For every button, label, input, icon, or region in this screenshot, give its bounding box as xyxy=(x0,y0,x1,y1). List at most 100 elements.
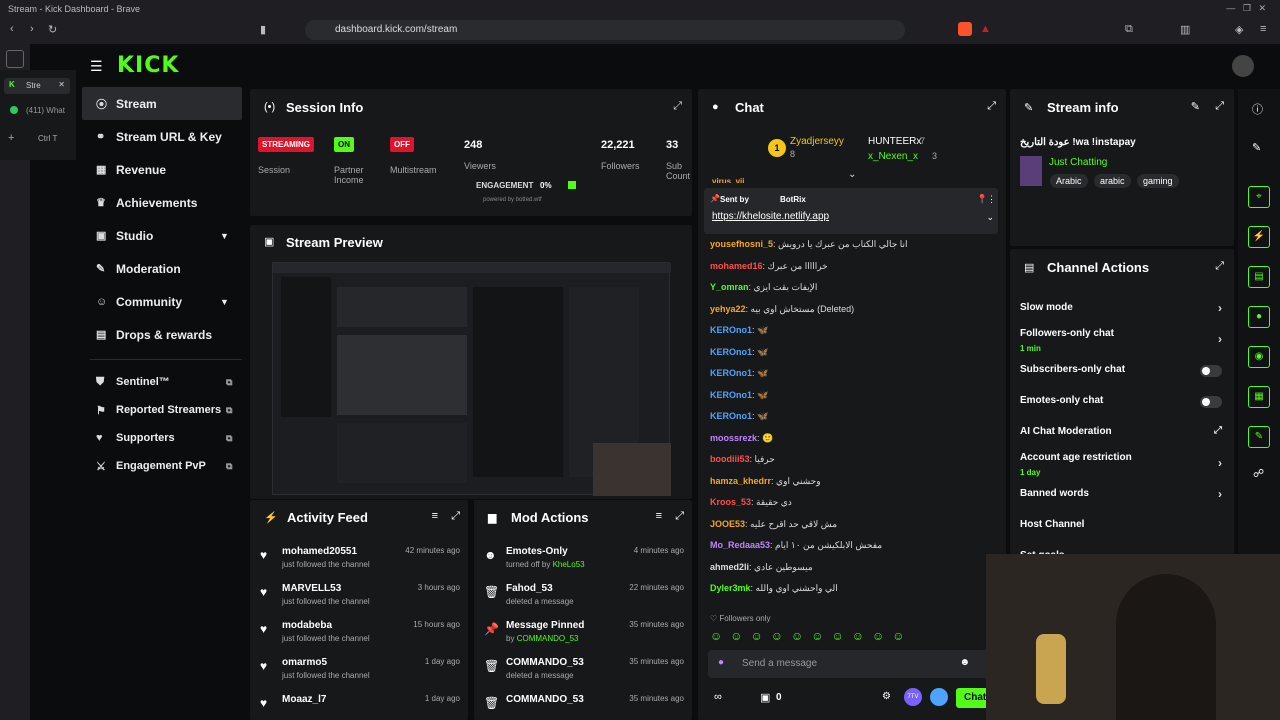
channel-action-row[interactable]: Followers-only chat 1 min › xyxy=(1010,326,1234,357)
emote-bar[interactable]: ☺☺☺☺☺☺☺☺☺☺ xyxy=(710,629,996,647)
ffz-icon[interactable] xyxy=(930,688,948,706)
info-icon[interactable]: ⓘ xyxy=(1252,101,1263,117)
channel-action-row[interactable]: Host Channel xyxy=(1010,512,1234,543)
popout-icon[interactable]: ⤢ xyxy=(1215,260,1224,273)
document-icon[interactable]: ▤ xyxy=(1248,266,1270,288)
activity-user[interactable]: modabeba xyxy=(282,620,332,631)
emoji-icon[interactable]: ☻ xyxy=(959,657,970,668)
activity-user[interactable]: omarmo5 xyxy=(282,657,327,668)
brave-rewards-icon[interactable]: ▲ xyxy=(980,23,991,35)
sidebar-item-studio[interactable]: ▣ Studio ▼ xyxy=(82,219,242,252)
tag-gaming[interactable]: gaming xyxy=(1137,174,1179,188)
filter-icon[interactable]: ≡ xyxy=(432,510,438,522)
channel-action-row[interactable]: Banned words › xyxy=(1010,481,1234,512)
chat-username[interactable]: Mo_Redaaa53 xyxy=(710,540,770,550)
top-gifter-2[interactable]: HUNTEERx xyxy=(868,136,921,147)
chat-username[interactable]: boodiii53 xyxy=(710,454,750,464)
tag-arabic-lower[interactable]: arabic xyxy=(1094,174,1131,188)
toggle-switch[interactable] xyxy=(1200,365,1222,377)
sidebar-tool-reported[interactable]: ⚑ Reported Streamers ⧉ xyxy=(82,396,242,424)
community-icon[interactable]: ☍ xyxy=(1253,467,1264,480)
clip-icon[interactable]: ⌖ xyxy=(1248,186,1270,208)
sidebar-item-revenue[interactable]: ▦ Revenue xyxy=(82,153,242,186)
chat-username[interactable]: yehya22 xyxy=(710,304,746,314)
forward-icon[interactable]: › xyxy=(30,23,34,35)
sidebar-item-stream[interactable]: ⦿ Stream xyxy=(82,87,242,120)
pencil-icon[interactable]: ✎ xyxy=(1252,141,1261,154)
window-controls[interactable]: — ❐ ✕ xyxy=(1226,3,1266,14)
sidebar-item-stream-url[interactable]: ⚭ Stream URL & Key xyxy=(82,120,242,153)
chat-input[interactable]: ● Send a message ☻ xyxy=(708,650,996,678)
sidebar-icon[interactable]: ▥ xyxy=(1180,23,1190,36)
brave-shield-icon[interactable] xyxy=(958,22,972,36)
sidebar-toggle-icon[interactable] xyxy=(6,50,24,68)
chat-username[interactable]: Kroos_53 xyxy=(710,497,751,507)
close-icon[interactable]: ✕ xyxy=(58,80,65,89)
sidebar-tool-pvp[interactable]: ⚔ Engagement PvP ⧉ xyxy=(82,452,242,480)
channel-action-row[interactable]: Account age restriction 1 day › xyxy=(1010,450,1234,481)
chat-username[interactable]: hamza_khedrr xyxy=(710,476,771,486)
popout-icon[interactable]: ⤢ xyxy=(451,510,460,523)
more-icon[interactable]: ⋮ xyxy=(987,194,996,205)
wrench-icon[interactable]: ✎ xyxy=(1248,426,1270,448)
tab-stream[interactable]: Stre K ✕ xyxy=(4,78,70,94)
chat-username[interactable]: KEROno1 xyxy=(710,325,752,335)
bookmark-icon[interactable]: ▮ xyxy=(260,23,266,36)
edit-icon[interactable]: ✎ xyxy=(1191,100,1200,113)
sidebar-item-moderation[interactable]: ✎ Moderation xyxy=(82,252,242,285)
chat-username[interactable]: moossrezk xyxy=(710,433,757,443)
chat-username[interactable]: ahmed2li xyxy=(710,562,749,572)
chat-username[interactable]: KEROno1 xyxy=(710,368,752,378)
popout-icon[interactable]: ⤢ xyxy=(675,510,684,523)
channel-action-row[interactable]: Subscribers-only chat xyxy=(1010,357,1234,388)
activity-user[interactable]: mohamed20551 xyxy=(282,546,357,557)
toggle-switch[interactable] xyxy=(1200,396,1222,408)
broadcast-icon[interactable]: ◉ xyxy=(1248,346,1270,368)
extensions-icon[interactable]: ⧉ xyxy=(1125,23,1133,36)
reload-icon[interactable]: ↻ xyxy=(48,23,57,36)
top-gifter-3[interactable]: x_Nexen_x xyxy=(868,151,918,162)
mic-icon[interactable]: ● xyxy=(718,657,724,668)
tab-whatsapp[interactable]: (411) What xyxy=(4,104,70,118)
chat-username[interactable]: Y_omran xyxy=(710,282,749,292)
mod-action-title[interactable]: COMMANDO_53 xyxy=(506,657,584,668)
sidebar-tool-supporters[interactable]: ♥ Supporters ⧉ xyxy=(82,424,242,452)
pinned-user[interactable]: BotRix xyxy=(780,195,806,204)
chat-username[interactable]: JOOE53 xyxy=(710,519,745,529)
mod-action-user[interactable]: COMMANDO_53 xyxy=(517,634,579,643)
popout-icon[interactable]: ⤢ xyxy=(1215,100,1224,113)
bolt-icon[interactable]: ⚡ xyxy=(1248,226,1270,248)
mod-action-title[interactable]: COMMANDO_53 xyxy=(506,694,584,705)
chat-username[interactable]: yousefhosni_5 xyxy=(710,239,773,249)
popout-icon[interactable]: ⤢ xyxy=(673,100,682,113)
collapse-icon[interactable]: ⌄ xyxy=(848,169,856,180)
chat-username[interactable]: KEROno1 xyxy=(710,347,752,357)
wallet-icon[interactable]: ◈ xyxy=(1235,23,1243,36)
chat-username[interactable]: mohamed16 xyxy=(710,261,763,271)
chat-username[interactable]: KEROno1 xyxy=(710,390,752,400)
tag-arabic[interactable]: Arabic xyxy=(1050,174,1088,188)
sidebar-item-drops[interactable]: ▤ Drops & rewards xyxy=(82,318,242,351)
mod-action-user[interactable]: KheLo53 xyxy=(553,560,585,569)
popout-icon[interactable]: ⤢ xyxy=(987,100,996,113)
chevron-down-icon[interactable]: ⌄ xyxy=(986,212,994,223)
channel-action-row[interactable]: AI Chat Moderation ⤢ xyxy=(1010,419,1234,450)
sidebar-item-achievements[interactable]: ♛ Achievements xyxy=(82,186,242,219)
layout-icon[interactable]: ▦ xyxy=(1248,386,1270,408)
avatar[interactable] xyxy=(1232,55,1254,77)
chat-username[interactable]: Dyler3mk xyxy=(710,583,751,593)
activity-user[interactable]: Moaaz_l7 xyxy=(282,694,326,705)
stream-video-player[interactable] xyxy=(272,262,671,496)
top-gifter-1[interactable]: Zyadjerseyy xyxy=(790,136,844,147)
activity-user[interactable]: MARVELL53 xyxy=(282,583,341,594)
back-icon[interactable]: ‹ xyxy=(10,23,14,35)
sidebar-item-community[interactable]: ☺ Community ▼ xyxy=(82,285,242,318)
channel-action-row[interactable]: Emotes-only chat xyxy=(1010,388,1234,419)
url-field[interactable]: dashboard.kick.com/stream xyxy=(305,20,905,40)
chat-username[interactable]: KEROno1 xyxy=(710,411,752,421)
menu-icon[interactable]: ≡ xyxy=(1260,23,1266,35)
channel-action-row[interactable]: Slow mode › xyxy=(1010,295,1234,326)
mod-action-title[interactable]: Fahod_53 xyxy=(506,583,553,594)
hamburger-icon[interactable]: ☰ xyxy=(90,58,103,75)
category-name[interactable]: Just Chatting xyxy=(1049,157,1107,168)
